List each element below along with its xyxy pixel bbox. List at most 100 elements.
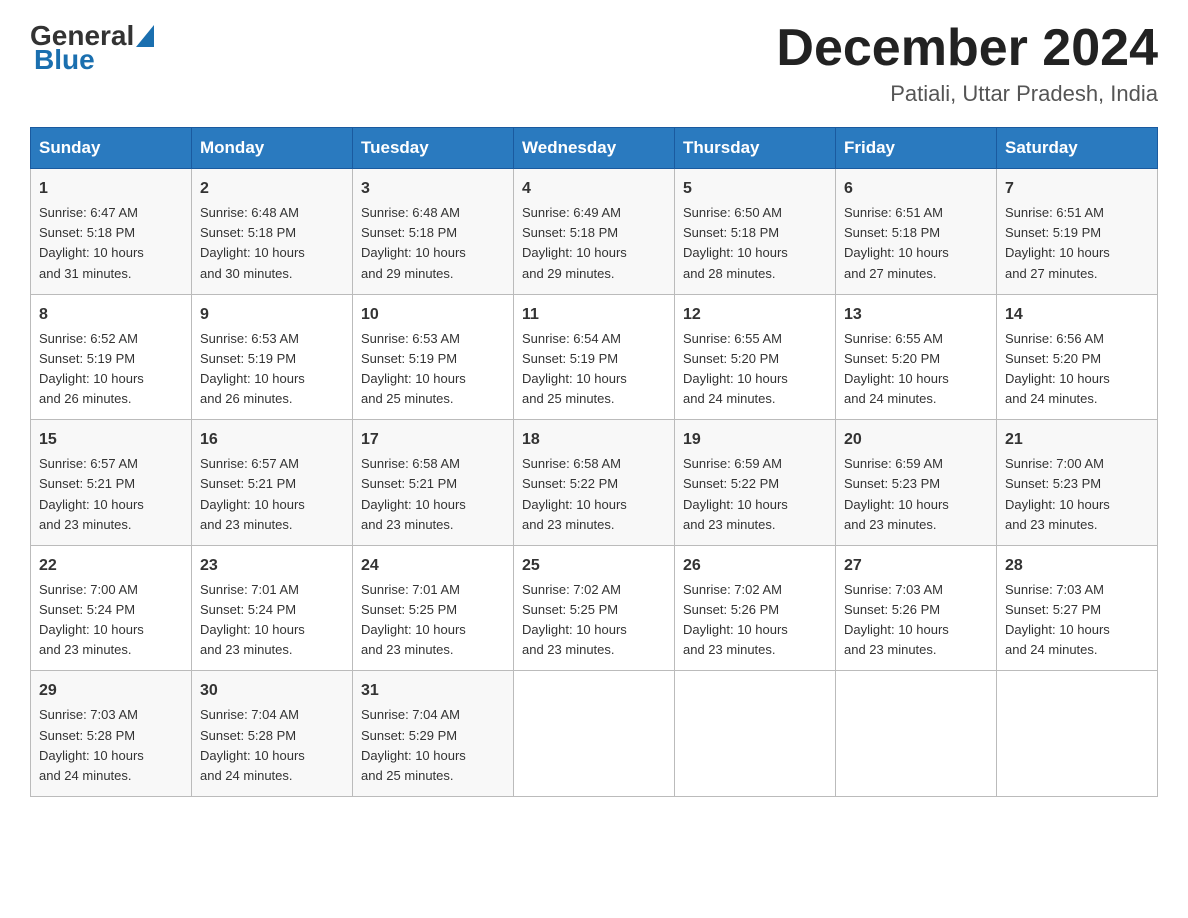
calendar-title: December 2024: [776, 20, 1158, 77]
calendar-week-row: 1Sunrise: 6:47 AMSunset: 5:18 PMDaylight…: [31, 169, 1158, 295]
calendar-day-cell: 28Sunrise: 7:03 AMSunset: 5:27 PMDayligh…: [997, 545, 1158, 671]
calendar-table: SundayMondayTuesdayWednesdayThursdayFrid…: [30, 127, 1158, 797]
day-number: 7: [1005, 177, 1149, 201]
calendar-day-cell: 17Sunrise: 6:58 AMSunset: 5:21 PMDayligh…: [353, 420, 514, 546]
weekday-header-thursday: Thursday: [675, 128, 836, 169]
title-section: December 2024 Patiali, Uttar Pradesh, In…: [776, 20, 1158, 107]
day-number: 28: [1005, 554, 1149, 578]
day-number: 31: [361, 679, 505, 703]
day-number: 29: [39, 679, 183, 703]
day-info: Sunrise: 7:00 AMSunset: 5:24 PMDaylight:…: [39, 580, 183, 661]
calendar-day-cell: [997, 671, 1158, 797]
day-number: 8: [39, 303, 183, 327]
day-info: Sunrise: 7:03 AMSunset: 5:27 PMDaylight:…: [1005, 580, 1149, 661]
logo-blue-text: Blue: [34, 44, 95, 76]
day-number: 25: [522, 554, 666, 578]
calendar-day-cell: 23Sunrise: 7:01 AMSunset: 5:24 PMDayligh…: [192, 545, 353, 671]
day-number: 26: [683, 554, 827, 578]
day-info: Sunrise: 6:48 AMSunset: 5:18 PMDaylight:…: [200, 203, 344, 284]
calendar-day-cell: 21Sunrise: 7:00 AMSunset: 5:23 PMDayligh…: [997, 420, 1158, 546]
day-number: 1: [39, 177, 183, 201]
weekday-header-friday: Friday: [836, 128, 997, 169]
day-info: Sunrise: 6:54 AMSunset: 5:19 PMDaylight:…: [522, 329, 666, 410]
calendar-day-cell: 4Sunrise: 6:49 AMSunset: 5:18 PMDaylight…: [514, 169, 675, 295]
day-info: Sunrise: 6:50 AMSunset: 5:18 PMDaylight:…: [683, 203, 827, 284]
day-info: Sunrise: 6:56 AMSunset: 5:20 PMDaylight:…: [1005, 329, 1149, 410]
day-number: 19: [683, 428, 827, 452]
day-number: 9: [200, 303, 344, 327]
day-info: Sunrise: 7:02 AMSunset: 5:25 PMDaylight:…: [522, 580, 666, 661]
day-number: 2: [200, 177, 344, 201]
day-info: Sunrise: 6:58 AMSunset: 5:21 PMDaylight:…: [361, 454, 505, 535]
calendar-day-cell: 2Sunrise: 6:48 AMSunset: 5:18 PMDaylight…: [192, 169, 353, 295]
day-number: 30: [200, 679, 344, 703]
calendar-day-cell: 1Sunrise: 6:47 AMSunset: 5:18 PMDaylight…: [31, 169, 192, 295]
weekday-header-wednesday: Wednesday: [514, 128, 675, 169]
calendar-day-cell: 12Sunrise: 6:55 AMSunset: 5:20 PMDayligh…: [675, 294, 836, 420]
calendar-day-cell: 26Sunrise: 7:02 AMSunset: 5:26 PMDayligh…: [675, 545, 836, 671]
day-number: 5: [683, 177, 827, 201]
day-number: 12: [683, 303, 827, 327]
day-number: 13: [844, 303, 988, 327]
calendar-day-cell: 6Sunrise: 6:51 AMSunset: 5:18 PMDaylight…: [836, 169, 997, 295]
day-info: Sunrise: 6:59 AMSunset: 5:23 PMDaylight:…: [844, 454, 988, 535]
calendar-week-row: 29Sunrise: 7:03 AMSunset: 5:28 PMDayligh…: [31, 671, 1158, 797]
page-header: General Blue December 2024 Patiali, Utta…: [30, 20, 1158, 107]
weekday-header-row: SundayMondayTuesdayWednesdayThursdayFrid…: [31, 128, 1158, 169]
day-info: Sunrise: 7:04 AMSunset: 5:29 PMDaylight:…: [361, 705, 505, 786]
day-info: Sunrise: 6:57 AMSunset: 5:21 PMDaylight:…: [200, 454, 344, 535]
calendar-day-cell: 7Sunrise: 6:51 AMSunset: 5:19 PMDaylight…: [997, 169, 1158, 295]
day-number: 4: [522, 177, 666, 201]
calendar-day-cell: 24Sunrise: 7:01 AMSunset: 5:25 PMDayligh…: [353, 545, 514, 671]
day-info: Sunrise: 6:53 AMSunset: 5:19 PMDaylight:…: [361, 329, 505, 410]
calendar-day-cell: [836, 671, 997, 797]
calendar-subtitle: Patiali, Uttar Pradesh, India: [776, 81, 1158, 107]
day-info: Sunrise: 6:51 AMSunset: 5:18 PMDaylight:…: [844, 203, 988, 284]
day-number: 24: [361, 554, 505, 578]
calendar-day-cell: [675, 671, 836, 797]
calendar-day-cell: 29Sunrise: 7:03 AMSunset: 5:28 PMDayligh…: [31, 671, 192, 797]
day-number: 22: [39, 554, 183, 578]
calendar-day-cell: 27Sunrise: 7:03 AMSunset: 5:26 PMDayligh…: [836, 545, 997, 671]
day-number: 10: [361, 303, 505, 327]
day-number: 14: [1005, 303, 1149, 327]
day-info: Sunrise: 6:53 AMSunset: 5:19 PMDaylight:…: [200, 329, 344, 410]
calendar-day-cell: 16Sunrise: 6:57 AMSunset: 5:21 PMDayligh…: [192, 420, 353, 546]
calendar-day-cell: 30Sunrise: 7:04 AMSunset: 5:28 PMDayligh…: [192, 671, 353, 797]
day-info: Sunrise: 7:04 AMSunset: 5:28 PMDaylight:…: [200, 705, 344, 786]
calendar-day-cell: 11Sunrise: 6:54 AMSunset: 5:19 PMDayligh…: [514, 294, 675, 420]
weekday-header-monday: Monday: [192, 128, 353, 169]
day-number: 18: [522, 428, 666, 452]
day-info: Sunrise: 7:03 AMSunset: 5:28 PMDaylight:…: [39, 705, 183, 786]
day-info: Sunrise: 6:55 AMSunset: 5:20 PMDaylight:…: [844, 329, 988, 410]
day-info: Sunrise: 6:57 AMSunset: 5:21 PMDaylight:…: [39, 454, 183, 535]
calendar-day-cell: 20Sunrise: 6:59 AMSunset: 5:23 PMDayligh…: [836, 420, 997, 546]
calendar-day-cell: 5Sunrise: 6:50 AMSunset: 5:18 PMDaylight…: [675, 169, 836, 295]
calendar-day-cell: 13Sunrise: 6:55 AMSunset: 5:20 PMDayligh…: [836, 294, 997, 420]
day-info: Sunrise: 7:01 AMSunset: 5:25 PMDaylight:…: [361, 580, 505, 661]
day-info: Sunrise: 7:03 AMSunset: 5:26 PMDaylight:…: [844, 580, 988, 661]
calendar-day-cell: 25Sunrise: 7:02 AMSunset: 5:25 PMDayligh…: [514, 545, 675, 671]
calendar-day-cell: 15Sunrise: 6:57 AMSunset: 5:21 PMDayligh…: [31, 420, 192, 546]
day-info: Sunrise: 6:47 AMSunset: 5:18 PMDaylight:…: [39, 203, 183, 284]
calendar-day-cell: 31Sunrise: 7:04 AMSunset: 5:29 PMDayligh…: [353, 671, 514, 797]
day-number: 27: [844, 554, 988, 578]
calendar-day-cell: 18Sunrise: 6:58 AMSunset: 5:22 PMDayligh…: [514, 420, 675, 546]
calendar-day-cell: 19Sunrise: 6:59 AMSunset: 5:22 PMDayligh…: [675, 420, 836, 546]
weekday-header-sunday: Sunday: [31, 128, 192, 169]
day-info: Sunrise: 6:51 AMSunset: 5:19 PMDaylight:…: [1005, 203, 1149, 284]
calendar-day-cell: 3Sunrise: 6:48 AMSunset: 5:18 PMDaylight…: [353, 169, 514, 295]
day-number: 16: [200, 428, 344, 452]
calendar-day-cell: 14Sunrise: 6:56 AMSunset: 5:20 PMDayligh…: [997, 294, 1158, 420]
calendar-day-cell: 22Sunrise: 7:00 AMSunset: 5:24 PMDayligh…: [31, 545, 192, 671]
day-number: 6: [844, 177, 988, 201]
day-number: 20: [844, 428, 988, 452]
day-number: 15: [39, 428, 183, 452]
calendar-day-cell: 10Sunrise: 6:53 AMSunset: 5:19 PMDayligh…: [353, 294, 514, 420]
weekday-header-saturday: Saturday: [997, 128, 1158, 169]
calendar-week-row: 8Sunrise: 6:52 AMSunset: 5:19 PMDaylight…: [31, 294, 1158, 420]
day-info: Sunrise: 6:58 AMSunset: 5:22 PMDaylight:…: [522, 454, 666, 535]
calendar-header: SundayMondayTuesdayWednesdayThursdayFrid…: [31, 128, 1158, 169]
day-info: Sunrise: 6:52 AMSunset: 5:19 PMDaylight:…: [39, 329, 183, 410]
day-number: 23: [200, 554, 344, 578]
